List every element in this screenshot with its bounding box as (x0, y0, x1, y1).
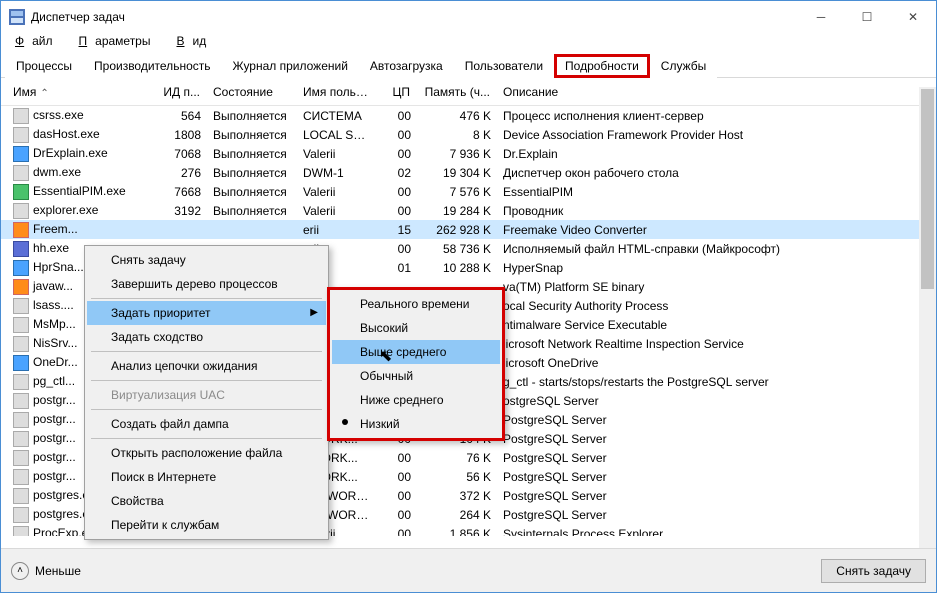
context-item[interactable]: Завершить дерево процессов (87, 272, 326, 296)
process-icon (13, 317, 29, 333)
process-icon (13, 507, 29, 523)
context-item[interactable]: Снять задачу (87, 248, 326, 272)
priority-item[interactable]: Реального времени (332, 292, 500, 316)
priority-submenu: Реального времениВысокийВыше среднегоОбы… (327, 287, 505, 441)
process-icon (13, 260, 29, 276)
footer: ˄ Меньше Снять задачу (1, 548, 936, 592)
menu-file[interactable]: Файл (7, 33, 69, 51)
priority-item[interactable]: Высокий (332, 316, 500, 340)
maximize-button[interactable]: ☐ (844, 1, 890, 33)
col-mem[interactable]: Память (ч... (417, 81, 497, 103)
close-button[interactable]: ✕ (890, 1, 936, 33)
table-row[interactable]: dasHost.exe1808ВыполняетсяLOCAL SE...008… (1, 125, 936, 144)
context-item[interactable]: Перейти к службам (87, 513, 326, 537)
process-icon (13, 336, 29, 352)
tab-6[interactable]: Службы (650, 54, 717, 78)
tab-2[interactable]: Журнал приложений (222, 54, 359, 78)
context-item: Виртуализация UAC (87, 383, 326, 407)
scrollbar-thumb[interactable] (921, 89, 934, 289)
table-row[interactable]: DrExplain.exe7068ВыполняетсяValerii007 9… (1, 144, 936, 163)
tabs: ПроцессыПроизводительностьЖурнал приложе… (1, 53, 936, 78)
column-headers: Имя ИД п... Состояние Имя польз... ЦП Па… (1, 78, 936, 106)
priority-item[interactable]: Ниже среднего (332, 388, 500, 412)
context-item[interactable]: Поиск в Интернете (87, 465, 326, 489)
table-row[interactable]: csrss.exe564ВыполняетсяСИСТЕМА00476 KПро… (1, 106, 936, 125)
process-icon (13, 184, 29, 200)
context-item[interactable]: Открыть расположение файла (87, 441, 326, 465)
col-state[interactable]: Состояние (207, 81, 297, 103)
table-row[interactable]: EssentialPIM.exe7668ВыполняетсяValerii00… (1, 182, 936, 201)
table-row[interactable]: Freem...erii15262 928 KFreemake Video Co… (1, 220, 936, 239)
context-menu: Снять задачуЗавершить дерево процессов За… (84, 245, 329, 540)
process-icon (13, 374, 29, 390)
vertical-scrollbar[interactable] (919, 87, 936, 548)
menu-view[interactable]: Вид (168, 33, 222, 51)
tab-4[interactable]: Пользователи (454, 54, 554, 78)
process-icon (13, 203, 29, 219)
context-item[interactable]: Анализ цепочки ожидания (87, 354, 326, 378)
col-pid[interactable]: ИД п... (147, 81, 207, 103)
app-icon (9, 9, 25, 25)
process-icon (13, 526, 29, 537)
chevron-up-icon: ˄ (11, 562, 29, 580)
priority-item[interactable]: Низкий (332, 412, 500, 436)
tab-3[interactable]: Автозагрузка (359, 54, 454, 78)
menu-options[interactable]: Параметры (71, 33, 167, 51)
process-icon (13, 298, 29, 314)
process-icon (13, 241, 29, 257)
table-row[interactable]: explorer.exe3192ВыполняетсяValerii0019 2… (1, 201, 936, 220)
tab-5[interactable]: Подробности (554, 54, 650, 78)
process-icon (13, 279, 29, 295)
context-item[interactable]: Свойства (87, 489, 326, 513)
minimize-button[interactable]: ─ (798, 1, 844, 33)
context-item[interactable]: Создать файл дампа (87, 412, 326, 436)
menubar: Файл Параметры Вид (1, 33, 936, 53)
col-name[interactable]: Имя (7, 81, 147, 103)
titlebar: Диспетчер задач ─ ☐ ✕ (1, 1, 936, 33)
process-icon (13, 355, 29, 371)
process-icon (13, 450, 29, 466)
priority-item[interactable]: Обычный (332, 364, 500, 388)
window-title: Диспетчер задач (31, 10, 798, 24)
process-icon (13, 488, 29, 504)
col-user[interactable]: Имя польз... (297, 81, 377, 103)
table-row[interactable]: dwm.exe276ВыполняетсяDWM-10219 304 KДисп… (1, 163, 936, 182)
process-icon (13, 469, 29, 485)
process-icon (13, 127, 29, 143)
context-item[interactable]: Задать приоритет▶ (87, 301, 326, 325)
tab-1[interactable]: Производительность (83, 54, 221, 78)
context-item[interactable]: Задать сходство (87, 325, 326, 349)
fewer-details[interactable]: ˄ Меньше (11, 562, 81, 580)
col-desc[interactable]: Описание (497, 81, 936, 103)
end-task-button[interactable]: Снять задачу (821, 559, 926, 583)
fewer-label: Меньше (35, 564, 81, 578)
process-icon (13, 146, 29, 162)
process-icon (13, 222, 29, 238)
priority-item[interactable]: Выше среднего (332, 340, 500, 364)
tab-0[interactable]: Процессы (5, 54, 83, 78)
process-icon (13, 165, 29, 181)
process-icon (13, 108, 29, 124)
process-icon (13, 431, 29, 447)
col-cpu[interactable]: ЦП (377, 81, 417, 103)
process-icon (13, 412, 29, 428)
process-icon (13, 393, 29, 409)
